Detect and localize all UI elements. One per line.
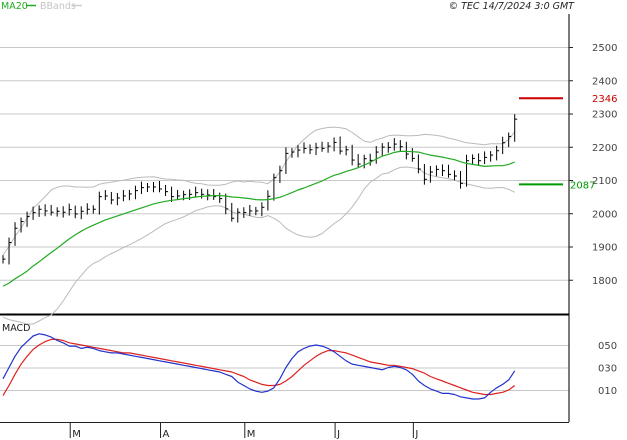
- chart-canvas: 23462087 1800190020002100220023002400250…: [0, 0, 627, 440]
- macd-axis: 010 030 050: [598, 341, 617, 397]
- month-label: M: [247, 429, 256, 440]
- price-tick-label: 1900: [592, 243, 617, 254]
- month-label: M: [72, 429, 81, 440]
- price-tick-label: 2100: [592, 176, 617, 187]
- legend-ma20: MA20: [1, 1, 28, 12]
- macd-tick-label: 010: [598, 386, 617, 397]
- month-label: J: [414, 429, 418, 440]
- price-tick-label: 2500: [592, 43, 617, 54]
- macd-panel-label: MACD: [2, 323, 30, 334]
- macd-tick-label: 050: [598, 341, 617, 352]
- price-tick-label: 2400: [592, 76, 617, 87]
- price-tick-label: 2300: [592, 110, 617, 121]
- price-tick-label: 2000: [592, 209, 617, 220]
- macd-tick-label: 030: [598, 364, 617, 375]
- month-label: A: [163, 429, 170, 440]
- price-tick-label: 2200: [592, 143, 617, 154]
- level-marker-label: 2346: [592, 94, 617, 105]
- stock-chart: 2346 2087 1800 1900 2000 2100 2200 2300 2400 250…: [0, 0, 627, 440]
- legend-bbands: BBands: [40, 1, 76, 12]
- copyright-timestamp: © TEC 14/7/2024 3:0 GMT: [449, 1, 576, 12]
- month-label: J: [336, 429, 340, 440]
- price-tick-label: 1800: [592, 276, 617, 287]
- chart-background: [0, 0, 627, 440]
